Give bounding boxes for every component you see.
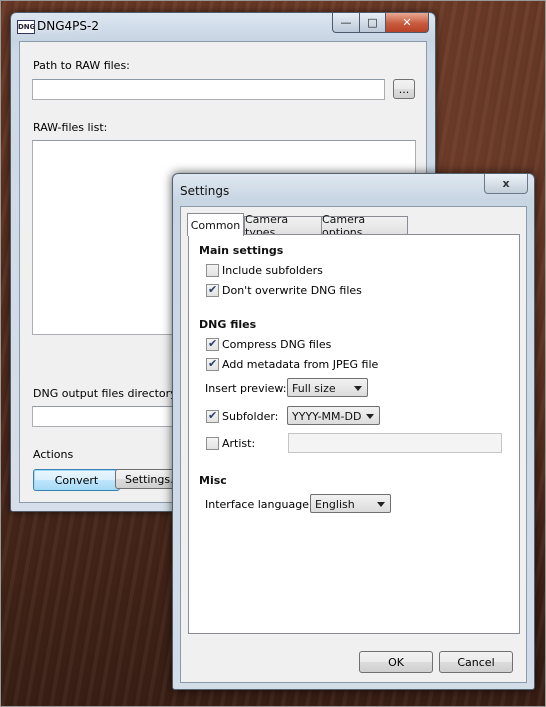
browse-button[interactable]: ... [393, 79, 415, 99]
insert-preview-value: Full size [292, 382, 336, 395]
path-label: Path to RAW files: [33, 59, 130, 72]
minimize-button[interactable]: — [332, 13, 360, 33]
caption-buttons: — □ ✕ [332, 13, 429, 33]
settings-title: Settings [180, 184, 230, 198]
convert-button[interactable]: Convert [33, 469, 120, 491]
include-subfolders-label: Include subfolders [222, 264, 323, 277]
language-label: Interface language: [205, 498, 313, 511]
add-metadata-checkbox[interactable] [206, 357, 219, 371]
settings-dialog: Settings x Common Camera types Camera op… [172, 173, 535, 690]
compress-checkbox[interactable] [206, 337, 219, 351]
subfolder-label: Subfolder: [222, 410, 279, 423]
chevron-down-icon [366, 414, 374, 419]
tab-common[interactable]: Common [187, 213, 244, 236]
artist-label: Artist: [222, 437, 256, 450]
artist-input[interactable] [288, 433, 502, 453]
app-icon: DNG [17, 20, 35, 34]
close-icon: ✕ [402, 16, 412, 29]
path-input[interactable] [32, 79, 385, 100]
compress-label: Compress DNG files [222, 338, 332, 351]
tab-panel-common: Main settings Include subfolders Don't o… [188, 234, 520, 634]
window-title: DNG4PS-2 [37, 19, 99, 33]
chevron-down-icon [354, 386, 362, 391]
cancel-button[interactable]: Cancel [439, 651, 513, 673]
settings-client-area: Common Camera types Camera options Main … [180, 206, 527, 683]
insert-preview-select[interactable]: Full size [287, 378, 368, 397]
artist-checkbox[interactable] [206, 437, 219, 450]
dng-files-heading: DNG files [199, 318, 257, 331]
insert-preview-label: Insert preview: [205, 382, 287, 395]
tab-camera-options[interactable]: Camera options [321, 213, 408, 239]
maximize-button[interactable]: □ [360, 13, 386, 33]
add-metadata-label: Add metadata from JPEG file [222, 358, 379, 371]
close-button[interactable]: ✕ [386, 13, 429, 33]
include-subfolders-checkbox[interactable] [206, 264, 219, 277]
settings-close-button[interactable]: x [484, 174, 528, 194]
misc-heading: Misc [199, 474, 227, 487]
raw-list-label: RAW-files list: [33, 121, 108, 134]
ok-button[interactable]: OK [359, 651, 433, 673]
dont-overwrite-label: Don't overwrite DNG files [222, 284, 362, 297]
chevron-down-icon [377, 502, 385, 507]
subfolder-value: YYYY-MM-DD [292, 410, 362, 423]
dont-overwrite-checkbox[interactable] [206, 283, 219, 297]
minimize-icon: — [340, 16, 352, 29]
language-value: English [315, 498, 355, 511]
actions-label: Actions [33, 448, 74, 461]
close-icon: x [502, 177, 510, 190]
tab-camera-types[interactable]: Camera types [244, 213, 322, 239]
language-select[interactable]: English [310, 494, 391, 513]
output-dir-label: DNG output files directory: [33, 387, 180, 400]
subfolder-checkbox[interactable] [206, 409, 219, 423]
main-settings-heading: Main settings [199, 244, 284, 257]
maximize-icon: □ [367, 16, 378, 29]
subfolder-select[interactable]: YYYY-MM-DD [287, 406, 380, 425]
